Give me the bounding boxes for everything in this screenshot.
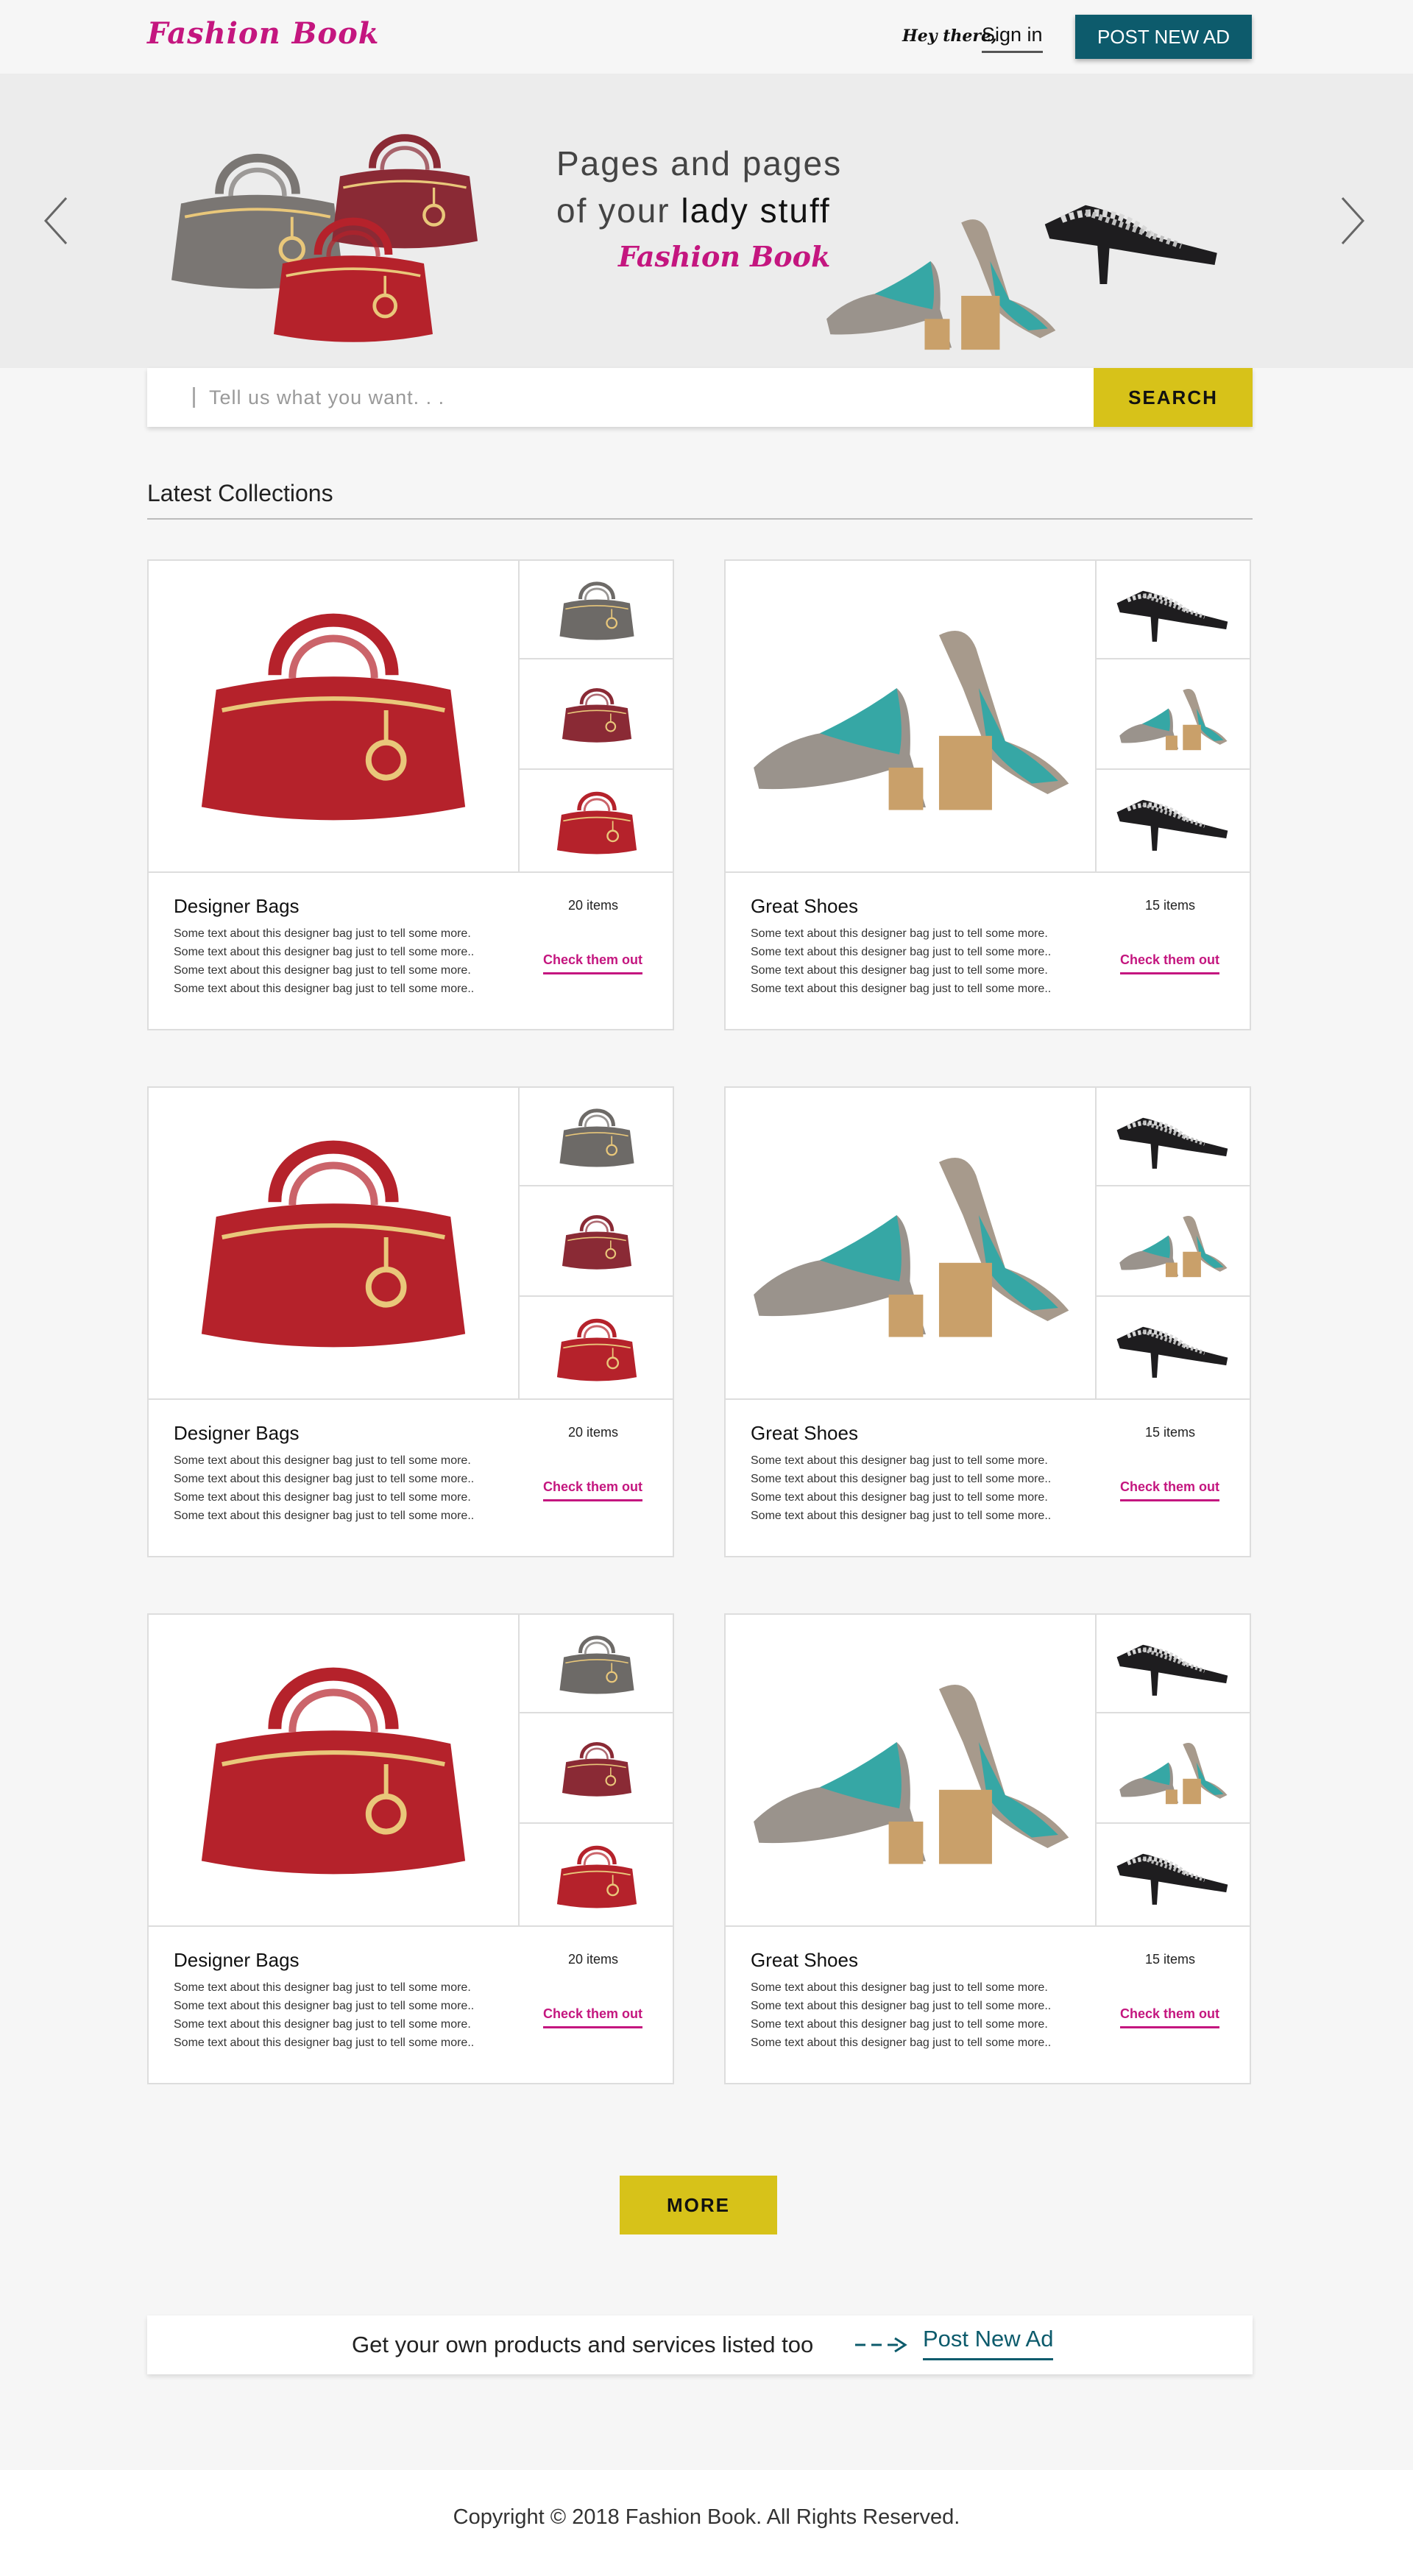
promo-text: Get your own products and services liste…: [352, 2332, 814, 2357]
card-thumbnail[interactable]: [520, 1186, 674, 1297]
card-title: Designer Bags: [174, 895, 300, 917]
card-description: Some text about this designer bag just t…: [751, 927, 1052, 995]
card-item-count: 20 items: [568, 1425, 619, 1440]
check-them-out-link[interactable]: Check them out: [543, 952, 643, 974]
chevron-right-icon[interactable]: [1338, 195, 1367, 247]
collection-card: Designer Bags 20 items Some text about t…: [147, 1086, 674, 1557]
check-them-out-link[interactable]: Check them out: [1120, 2006, 1220, 2028]
card-thumbnail[interactable]: [1097, 1297, 1251, 1400]
card-thumbnail[interactable]: [520, 561, 674, 659]
card-title: Designer Bags: [174, 1949, 300, 1971]
copyright-text: Copyright © 2018 Fashion Book. All Right…: [453, 2505, 960, 2529]
collection-card: Designer Bags 20 items Some text about t…: [147, 559, 674, 1030]
card-item-count: 15 items: [1145, 1425, 1196, 1440]
section-divider: [147, 518, 1253, 520]
card-item-count: 20 items: [568, 1952, 619, 1967]
check-them-out-link[interactable]: Check them out: [1120, 1479, 1220, 1501]
card-thumbnail[interactable]: [520, 1615, 674, 1713]
card-thumbnail[interactable]: [520, 1824, 674, 1927]
card-thumbnail[interactable]: [520, 1713, 674, 1824]
card-thumbnail[interactable]: [1097, 1824, 1251, 1927]
site-logo[interactable]: Fashion Book: [147, 16, 380, 51]
collection-card: Great Shoes 15 items Some text about thi…: [724, 1613, 1251, 2084]
card-main-image[interactable]: [149, 1088, 520, 1400]
card-thumbnail[interactable]: [1097, 1615, 1251, 1713]
card-main-image[interactable]: [726, 1615, 1097, 1927]
card-item-count: 15 items: [1145, 898, 1196, 913]
card-description: Some text about this designer bag just t…: [751, 1981, 1052, 2049]
card-description: Some text about this designer bag just t…: [174, 1454, 475, 1522]
collection-card: Great Shoes 15 items Some text about thi…: [724, 559, 1251, 1030]
search-bar: SEARCH: [147, 368, 1253, 427]
hero-shoes-image: [826, 115, 1229, 350]
card-main-image[interactable]: [149, 561, 520, 873]
check-them-out-link[interactable]: Check them out: [543, 2006, 643, 2028]
card-item-count: 15 items: [1145, 1952, 1196, 1967]
card-thumbnail[interactable]: [1097, 1713, 1251, 1824]
card-thumbnail[interactable]: [520, 659, 674, 770]
card-thumbnail[interactable]: [520, 1297, 674, 1400]
more-button[interactable]: MORE: [620, 2176, 777, 2234]
card-title: Great Shoes: [751, 1422, 858, 1444]
card-thumbnail[interactable]: [1097, 1186, 1251, 1297]
check-them-out-link[interactable]: Check them out: [1120, 952, 1220, 974]
section-title: Latest Collections: [147, 480, 333, 506]
card-thumbnail[interactable]: [520, 770, 674, 873]
chevron-left-icon[interactable]: [41, 195, 71, 247]
check-them-out-link[interactable]: Check them out: [543, 1479, 643, 1501]
post-new-ad-link[interactable]: Post New Ad: [923, 2326, 1054, 2360]
hero-line-2-bold: lady stuff: [681, 191, 831, 230]
sign-in-link[interactable]: Sign in: [982, 24, 1043, 53]
card-title: Great Shoes: [751, 1949, 858, 1971]
card-thumbnail[interactable]: [1097, 659, 1251, 770]
card-main-image[interactable]: [149, 1615, 520, 1927]
card-main-image[interactable]: [726, 1088, 1097, 1400]
card-main-image[interactable]: [726, 561, 1097, 873]
card-description: Some text about this designer bag just t…: [751, 1454, 1052, 1522]
hero-brand: Fashion Book: [618, 240, 831, 273]
text-cursor: [193, 387, 195, 408]
footer: Copyright © 2018 Fashion Book. All Right…: [0, 2470, 1413, 2576]
promo-banner: Get your own products and services liste…: [147, 2315, 1253, 2374]
card-thumbnail[interactable]: [520, 1088, 674, 1186]
card-title: Great Shoes: [751, 895, 858, 917]
hero-carousel: Pages and pages of your lady stuff Fashi…: [0, 74, 1413, 368]
top-header: Fashion Book Hey there, Sign in POST NEW…: [0, 0, 1413, 74]
dashed-arrow-icon: [855, 2337, 907, 2353]
card-thumbnail[interactable]: [1097, 770, 1251, 873]
collection-card: Designer Bags 20 items Some text about t…: [147, 1613, 674, 2084]
card-item-count: 20 items: [568, 898, 619, 913]
search-input[interactable]: [209, 368, 1239, 427]
hero-bags-image: [155, 78, 508, 365]
card-thumbnail[interactable]: [1097, 561, 1251, 659]
search-button[interactable]: SEARCH: [1094, 368, 1253, 427]
card-description: Some text about this designer bag just t…: [174, 1981, 475, 2049]
card-thumbnail[interactable]: [1097, 1088, 1251, 1186]
post-new-ad-button[interactable]: POST NEW AD: [1075, 15, 1252, 59]
collection-card: Great Shoes 15 items Some text about thi…: [724, 1086, 1251, 1557]
card-description: Some text about this designer bag just t…: [174, 927, 475, 995]
card-title: Designer Bags: [174, 1422, 300, 1444]
